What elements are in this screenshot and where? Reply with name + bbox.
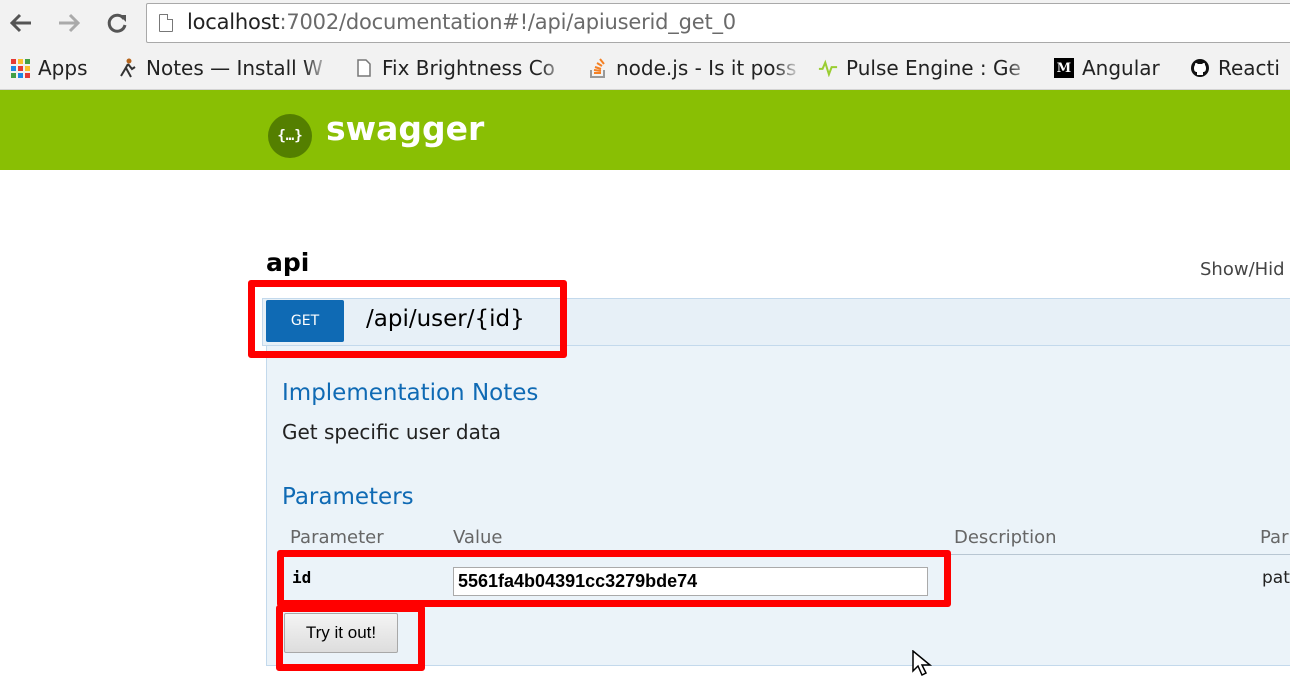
url-text: localhost:7002/documentation#!/api/apius… [187,10,736,34]
reload-icon[interactable] [102,8,132,38]
page-icon [159,14,173,32]
implementation-notes-text: Get specific user data [282,420,501,444]
swagger-title: swagger [326,109,485,148]
apps-grid-icon [10,58,30,78]
forward-arrow-icon[interactable] [54,8,84,38]
column-header-parameter: Parameter [290,527,384,548]
bookmark-notes[interactable]: Notes — Install W [118,52,332,84]
bookmark-pulse-engine[interactable]: Pulse Engine : Ge [818,52,1034,84]
parameters-heading: Parameters [282,484,414,510]
highlight-box-param-row [277,550,951,607]
column-header-parameter-type: Par [1260,527,1289,548]
bookmarks-bar: Apps Notes — Install W Fix Brightness Co… [0,46,1290,90]
bookmark-label: Fix Brightness Co [382,56,555,80]
bookmark-label: Apps [38,56,88,80]
highlight-box-try-button [276,605,425,671]
bookmark-apps[interactable]: Apps [10,52,110,84]
highlight-box-endpoint [248,280,567,358]
notes-figure-icon [118,58,138,78]
back-arrow-icon[interactable] [6,8,36,38]
bookmark-label: Angular [1082,56,1160,80]
bookmark-nodejs[interactable]: node.js - Is it poss [588,52,802,84]
swagger-header-bar [0,90,1290,170]
browser-toolbar: localhost:7002/documentation#!/api/apius… [0,0,1290,46]
pulse-icon [818,58,838,78]
screenshot-root: localhost:7002/documentation#!/api/apius… [0,0,1290,677]
show-hide-link[interactable]: Show/Hid [1200,259,1285,280]
page-icon [354,58,374,78]
bookmark-fix-brightness[interactable]: Fix Brightness Co [354,52,568,84]
swagger-logo-icon: {…} [268,114,312,158]
param-type: pat [1262,568,1290,588]
api-section-title[interactable]: api [266,248,309,277]
medium-icon: M [1054,58,1074,78]
bookmark-label: Notes — Install W [146,56,323,80]
bookmark-label: Pulse Engine : Ge [846,56,1021,80]
bookmark-label: node.js - Is it poss [616,56,797,80]
github-icon [1190,58,1210,78]
bookmark-label: Reacti [1218,56,1280,80]
column-header-value: Value [453,527,503,548]
implementation-notes-heading: Implementation Notes [282,380,539,406]
address-bar[interactable]: localhost:7002/documentation#!/api/apius… [146,3,1290,43]
bookmark-angular[interactable]: M Angular [1054,52,1180,84]
column-header-description: Description [954,527,1057,548]
mouse-pointer-icon [912,650,933,677]
stack-overflow-icon [588,58,608,78]
bookmark-reacti[interactable]: Reacti [1190,52,1290,84]
